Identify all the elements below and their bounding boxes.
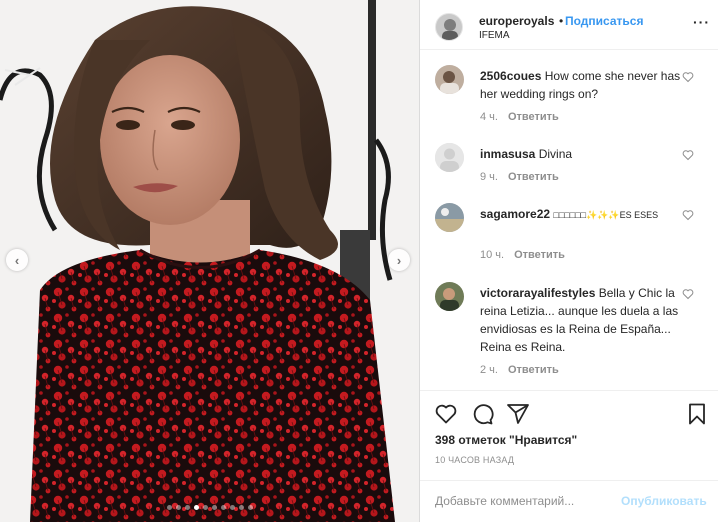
like-comment-heart-icon[interactable] (682, 288, 694, 300)
carousel-dot (175, 505, 181, 510)
comment-meta: 10 ч. Ответить (480, 249, 565, 261)
comment-time: 10 ч. (480, 249, 505, 261)
carousel-next-button[interactable]: › (388, 249, 410, 271)
chevron-right-icon: › (396, 252, 402, 268)
commenter-avatar[interactable] (435, 65, 464, 94)
comment-username[interactable]: victorarayalifestyles (480, 286, 595, 300)
instagram-post-viewer: ‹ › europeroyals • Подписаться IFEMA ··· (0, 0, 718, 522)
comment-body: Divina (538, 147, 573, 161)
default-avatar-icon (435, 143, 464, 172)
comment-text-block: 2506coues How come she never has her wed… (480, 67, 686, 103)
post-photo-image (0, 0, 419, 522)
commenter-avatar-image (435, 282, 464, 311)
comment-username[interactable]: sagamore22 (480, 207, 550, 221)
header-separator: • (559, 14, 564, 28)
carousel-dot (238, 505, 244, 510)
add-comment-input[interactable] (435, 491, 605, 511)
commenter-avatar-image (435, 65, 464, 94)
add-comment-bar: Опубликовать (420, 480, 718, 522)
comment-icon[interactable] (470, 402, 494, 426)
carousel-dot (202, 505, 208, 510)
post-sidebar: europeroyals • Подписаться IFEMA ··· 250… (420, 0, 718, 522)
post-timestamp: 10 ЧАСОВ НАЗАД (435, 455, 515, 465)
reply-button[interactable]: Ответить (508, 111, 559, 123)
author-username[interactable]: europeroyals (479, 14, 554, 28)
comment-meta: 2 ч. Ответить (480, 364, 559, 376)
comment-text-block: sagamore22 □□□□□□✨✨✨ES ESES (480, 205, 686, 224)
author-avatar[interactable] (435, 13, 463, 41)
post-photo[interactable]: ‹ › (0, 0, 419, 522)
comment-time: 2 ч. (480, 364, 498, 376)
commenter-avatar-image (435, 203, 464, 232)
follow-button[interactable]: Подписаться (565, 14, 643, 28)
carousel-prev-button[interactable]: ‹ (6, 249, 28, 271)
comment-meta: 9 ч. Ответить (480, 171, 559, 183)
heart-icon[interactable] (434, 402, 458, 426)
chevron-left-icon: ‹ (14, 252, 20, 268)
like-comment-heart-icon[interactable] (682, 71, 694, 83)
carousel-dot (193, 505, 199, 510)
comment-meta: 4 ч. Ответить (480, 111, 559, 123)
comment-body: □□□□□□✨✨✨ES ESES (553, 210, 659, 220)
comment-username[interactable]: 2506coues (480, 69, 541, 83)
commenter-avatar[interactable] (435, 143, 464, 172)
more-options-button[interactable]: ··· (693, 14, 710, 30)
carousel-indicator (0, 505, 419, 510)
post-header: europeroyals • Подписаться IFEMA ··· (420, 0, 718, 50)
publish-button[interactable]: Опубликовать (621, 494, 707, 508)
carousel-dot (211, 505, 217, 510)
post-actions: 398 отметок "Нравится" 10 ЧАСОВ НАЗАД Оп… (420, 390, 718, 522)
share-icon[interactable] (506, 402, 530, 426)
comment-text-block: inmasusa Divina (480, 145, 686, 163)
carousel-dot (247, 505, 253, 510)
commenter-avatar[interactable] (435, 282, 464, 311)
carousel-dot (220, 505, 226, 510)
like-comment-heart-icon[interactable] (682, 209, 694, 221)
commenter-avatar[interactable] (435, 203, 464, 232)
bookmark-icon[interactable] (685, 402, 709, 426)
comment-time: 9 ч. (480, 171, 498, 183)
like-comment-heart-icon[interactable] (682, 149, 694, 161)
author-avatar-image (436, 14, 462, 40)
carousel-dot (229, 505, 235, 510)
reply-button[interactable]: Ответить (508, 364, 559, 376)
comment-time: 4 ч. (480, 111, 498, 123)
post-location[interactable]: IFEMA (479, 30, 510, 41)
comment-username[interactable]: inmasusa (480, 147, 535, 161)
comments-list[interactable]: 2506coues How come she never has her wed… (420, 51, 718, 391)
carousel-dot (166, 505, 172, 510)
reply-button[interactable]: Ответить (508, 171, 559, 183)
likes-count[interactable]: 398 отметок "Нравится" (435, 433, 577, 447)
comment-text-block: victorarayalifestyles Bella y Chic la re… (480, 284, 686, 356)
reply-button[interactable]: Ответить (514, 249, 565, 261)
carousel-dot (184, 505, 190, 510)
